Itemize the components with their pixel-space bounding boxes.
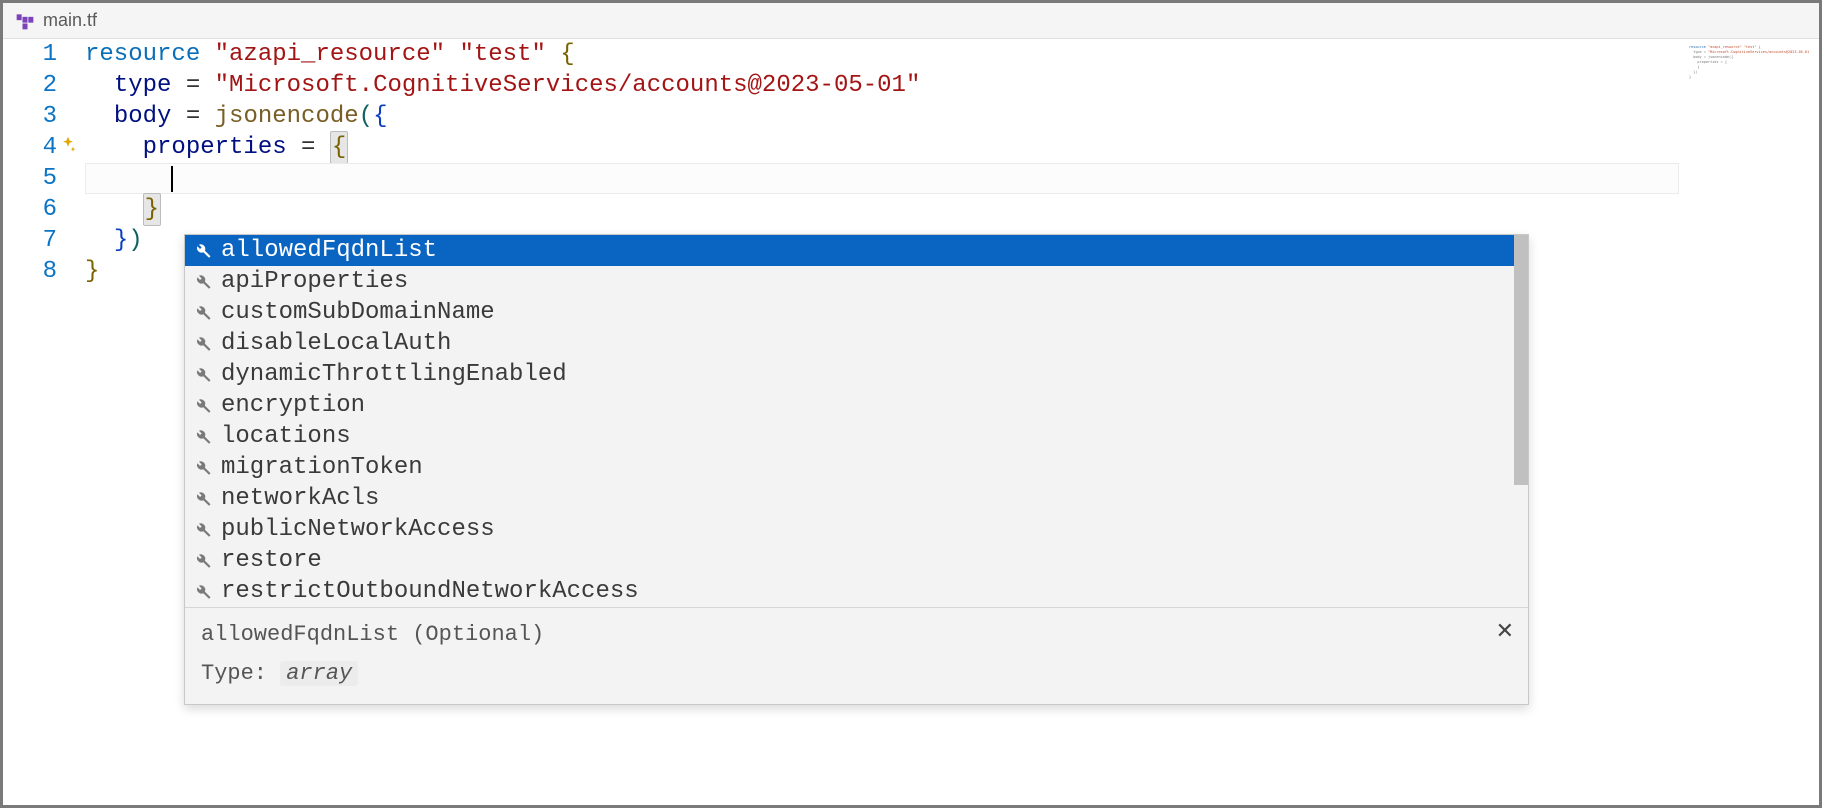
suggestion-label: migrationToken: [221, 454, 423, 481]
code-token: =: [171, 101, 214, 132]
suggestion-item[interactable]: encryption: [185, 390, 1528, 421]
line-number: 5: [3, 163, 57, 194]
line-number: 3: [3, 101, 57, 132]
suggestion-item[interactable]: dynamicThrottlingEnabled: [185, 359, 1528, 390]
suggestion-item[interactable]: customSubDomainName: [185, 297, 1528, 328]
suggestion-label: dynamicThrottlingEnabled: [221, 361, 567, 388]
code-line[interactable]: resource "azapi_resource" "test" {: [85, 39, 1679, 70]
property-icon: [193, 365, 213, 385]
suggestion-item[interactable]: disableLocalAuth: [185, 328, 1528, 359]
line-number: 4: [3, 132, 57, 163]
intellisense-popup: allowedFqdnList apiProperties customSubDom…: [184, 234, 1529, 705]
code-token: =: [171, 70, 214, 101]
editor-area[interactable]: 12345678 resource "azapi_resource" "test…: [3, 39, 1819, 805]
code-token: ): [128, 225, 142, 256]
property-icon: [193, 334, 213, 354]
code-token: "test": [459, 39, 545, 70]
suggestion-item[interactable]: restrictOutboundNetworkAccess: [185, 576, 1528, 607]
suggestion-label: restrictOutboundNetworkAccess: [221, 578, 639, 605]
code-line[interactable]: [85, 163, 1679, 194]
line-number: 7: [3, 225, 57, 256]
property-icon: [193, 427, 213, 447]
property-icon: [193, 396, 213, 416]
line-number: 1: [3, 39, 57, 70]
code-token: "azapi_resource": [215, 39, 445, 70]
doc-type-line: Type: array: [201, 661, 1512, 686]
code-token: {: [560, 39, 574, 70]
suggestion-label: encryption: [221, 392, 365, 419]
property-icon: [193, 489, 213, 509]
editor-window: main.tf 12345678 resource "azapi_resourc…: [0, 0, 1822, 808]
code-token: {: [373, 101, 387, 132]
code-token: type: [114, 70, 172, 101]
terraform-file-icon: [15, 11, 35, 31]
code-token: (: [359, 101, 373, 132]
close-icon[interactable]: ✕: [1496, 618, 1514, 644]
suggestion-item[interactable]: allowedFqdnList: [185, 235, 1528, 266]
code-line[interactable]: body = jsonencode({: [85, 101, 1679, 132]
code-token: }: [85, 256, 99, 287]
code-token: "Microsoft.CognitiveServices/accounts@20…: [215, 70, 921, 101]
suggestion-label: disableLocalAuth: [221, 330, 451, 357]
suggestion-item[interactable]: publicNetworkAccess: [185, 514, 1528, 545]
code-token: [445, 39, 459, 70]
code-token: }: [114, 225, 128, 256]
ai-sparkle-icon[interactable]: [57, 134, 79, 156]
code-token: [85, 101, 114, 132]
code-token: [546, 39, 560, 70]
property-icon: [193, 303, 213, 323]
code-token: resource: [85, 39, 200, 70]
property-icon: [193, 551, 213, 571]
line-number: 2: [3, 70, 57, 101]
property-icon: [193, 458, 213, 478]
property-icon: [193, 520, 213, 540]
suggestion-item[interactable]: restore: [185, 545, 1528, 576]
suggestion-label: allowedFqdnList: [221, 237, 437, 264]
property-icon: [193, 582, 213, 602]
suggestion-list[interactable]: allowedFqdnList apiProperties customSubDom…: [185, 235, 1528, 607]
code-line[interactable]: }: [85, 194, 1679, 225]
code-token: [85, 163, 171, 194]
suggestion-label: restore: [221, 547, 322, 574]
text-cursor: [171, 166, 173, 192]
suggestion-scrollbar[interactable]: [1514, 235, 1528, 485]
suggestion-label: apiProperties: [221, 268, 408, 295]
code-token: jsonencode: [215, 101, 359, 132]
code-token: [85, 194, 143, 225]
suggestion-label: locations: [221, 423, 351, 450]
tab-filename[interactable]: main.tf: [43, 10, 97, 31]
line-number: 6: [3, 194, 57, 225]
suggestion-doc: ✕ allowedFqdnList (Optional) Type: array: [185, 607, 1528, 704]
doc-title: allowedFqdnList (Optional): [201, 622, 1512, 647]
code-token: body: [114, 101, 172, 132]
suggestion-item[interactable]: migrationToken: [185, 452, 1528, 483]
suggestion-item[interactable]: apiProperties: [185, 266, 1528, 297]
code-line[interactable]: type = "Microsoft.CognitiveServices/acco…: [85, 70, 1679, 101]
code-token: properties: [143, 132, 287, 163]
property-icon: [193, 272, 213, 292]
code-token: }: [143, 193, 161, 226]
line-number: 8: [3, 256, 57, 287]
suggestion-item[interactable]: networkAcls: [185, 483, 1528, 514]
property-icon: [193, 241, 213, 261]
suggestion-item[interactable]: locations: [185, 421, 1528, 452]
suggestion-label: networkAcls: [221, 485, 379, 512]
code-token: [200, 39, 214, 70]
code-line[interactable]: properties = {: [85, 132, 1679, 163]
code-token: [85, 225, 114, 256]
code-token: {: [330, 131, 348, 164]
suggestion-label: customSubDomainName: [221, 299, 495, 326]
tab-bar: main.tf: [3, 3, 1819, 39]
code-token: [85, 70, 114, 101]
suggestion-label: publicNetworkAccess: [221, 516, 495, 543]
code-token: [85, 132, 143, 163]
code-token: =: [287, 132, 330, 163]
